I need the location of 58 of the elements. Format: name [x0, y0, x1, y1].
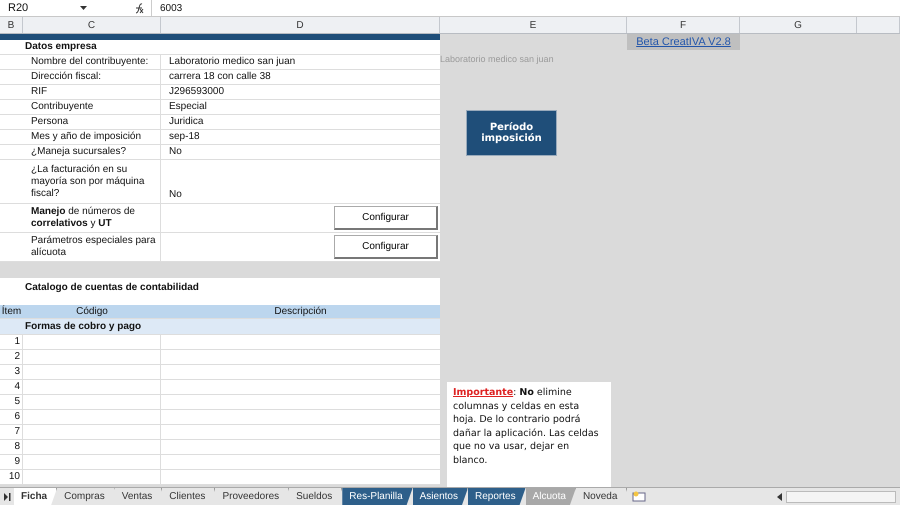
- column-header[interactable]: E: [440, 17, 627, 33]
- column-header[interactable]: B: [0, 17, 23, 33]
- sheet-tab[interactable]: Asientos: [412, 488, 468, 505]
- field-label: ¿Maneja sucursales?: [31, 146, 126, 158]
- section-title: Catalogo de cuentas de contabilidad: [25, 282, 199, 293]
- item-number: 4: [0, 380, 23, 394]
- scroll-left-icon[interactable]: [777, 492, 782, 500]
- item-number: 9: [0, 455, 23, 469]
- field-label: Manejo de números de correlativos y UT: [31, 206, 136, 230]
- item-number: 6: [0, 410, 23, 424]
- column-header[interactable]: C: [23, 17, 161, 33]
- horizontal-scrollbar[interactable]: [786, 490, 896, 502]
- version-link[interactable]: Beta CreatIVA V2.8: [627, 34, 740, 50]
- period-button[interactable]: Período imposición: [466, 110, 557, 156]
- formula-value[interactable]: 6003: [152, 2, 182, 14]
- last-sheet-icon[interactable]: [4, 492, 10, 500]
- function-icon[interactable]: [133, 2, 145, 14]
- group-heading: Formas de cobro y pago: [25, 321, 142, 332]
- field-label: ¿La facturación en su mayoría son por máquina fiscal?: [31, 164, 146, 200]
- column-heading: Ítem: [0, 305, 22, 318]
- field-label: Contribuyente: [31, 101, 94, 113]
- column-header[interactable]: G: [740, 17, 857, 33]
- field-label: Parámetros especiales para alícuota: [31, 235, 157, 259]
- configure-button[interactable]: Configurar: [334, 206, 438, 230]
- note-text: Importante: No elimine columnas y celdas en esta hoja. De lo contrario podrá dañar la aplicación. Las celdas que no va usar, dejar en blanco.: [453, 386, 600, 467]
- field-value[interactable]: No: [169, 146, 182, 158]
- field-value[interactable]: J296593000: [169, 86, 224, 98]
- item-number: 10: [0, 470, 23, 484]
- column-heading: Código: [75, 305, 109, 318]
- field-label: RIF: [31, 86, 48, 98]
- field-value[interactable]: Juridica: [169, 116, 204, 128]
- item-number: 7: [0, 425, 23, 439]
- field-value[interactable]: Laboratorio medico san juan: [169, 56, 296, 68]
- sheet-tab[interactable]: Reportes: [468, 488, 526, 505]
- field-value[interactable]: sep-18: [169, 131, 200, 143]
- faded-text: Laboratorio medico san juan: [440, 54, 554, 64]
- field-label: Dirección fiscal:: [31, 71, 102, 83]
- dropdown-icon[interactable]: [80, 6, 87, 10]
- field-value[interactable]: No: [169, 189, 182, 201]
- name-box[interactable]: R20: [0, 2, 80, 14]
- item-number: 3: [0, 365, 23, 379]
- field-value[interactable]: carrera 18 con calle 38: [169, 71, 271, 83]
- field-value[interactable]: Especial: [169, 101, 207, 113]
- configure-button[interactable]: Configurar: [334, 235, 438, 259]
- new-sheet-icon[interactable]: [632, 491, 646, 502]
- column-header[interactable]: D: [161, 17, 440, 33]
- item-number: 2: [0, 350, 23, 364]
- field-label: Persona: [31, 116, 68, 128]
- sheet-tab[interactable]: Res-Planilla: [342, 488, 413, 505]
- section-title: Datos empresa: [24, 40, 98, 54]
- item-number: 5: [0, 395, 23, 409]
- field-label: Nombre del contribuyente:: [31, 56, 148, 68]
- field-label: Mes y año de imposición: [31, 131, 142, 143]
- item-number: 1: [0, 335, 23, 349]
- column-header[interactable]: F: [627, 17, 740, 33]
- item-number: 8: [0, 440, 23, 454]
- column-heading: Descripción: [273, 305, 328, 318]
- sheet-tab[interactable]: Ficha: [14, 488, 58, 505]
